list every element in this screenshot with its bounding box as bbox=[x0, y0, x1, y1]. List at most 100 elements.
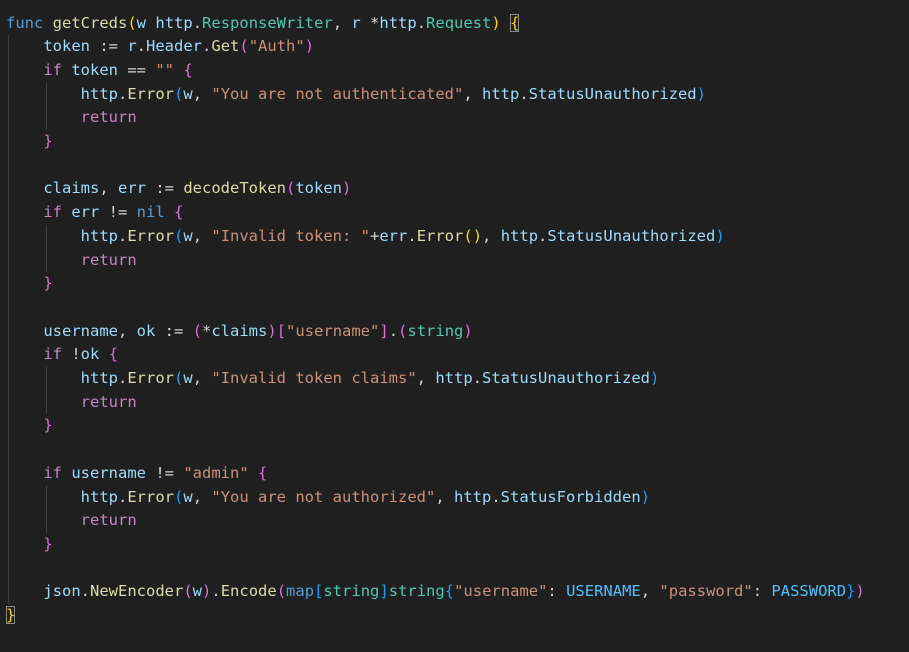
code-token: . bbox=[538, 226, 548, 245]
code-editor[interactable]: func getCreds(w http.ResponseWriter, r *… bbox=[0, 0, 909, 652]
code-token: ( bbox=[285, 179, 296, 198]
code-token: w bbox=[183, 226, 193, 245]
code-line[interactable]: http.Error(w, "Invalid token claims", ht… bbox=[6, 367, 660, 391]
code-token: "admin" bbox=[183, 463, 249, 482]
code-token: http bbox=[80, 487, 118, 506]
code-line[interactable]: return bbox=[6, 249, 137, 273]
code-token: "Invalid token claims" bbox=[211, 369, 417, 387]
code-token: err bbox=[118, 179, 146, 198]
code-token: token bbox=[43, 37, 90, 56]
code-token: Error bbox=[127, 369, 174, 387]
code-token: nil bbox=[136, 203, 165, 222]
code-token: . bbox=[192, 13, 203, 32]
code-line[interactable]: return bbox=[6, 391, 137, 415]
code-token: StatusUnauthorized bbox=[482, 369, 650, 387]
code-token: NewEncoder bbox=[90, 582, 184, 601]
code-line[interactable]: } bbox=[6, 130, 52, 154]
code-token: string bbox=[407, 321, 464, 340]
code-line[interactable]: http.Error(w, "Invalid token: "+err.Erro… bbox=[6, 225, 725, 249]
code-token: "password" bbox=[659, 582, 753, 601]
code-token: "You are not authorized" bbox=[211, 487, 436, 506]
code-token: ) bbox=[304, 37, 315, 56]
code-token: , bbox=[192, 84, 212, 103]
code-line[interactable]: if !ok { bbox=[6, 343, 118, 367]
code-token: := bbox=[90, 37, 128, 56]
code-token: . bbox=[519, 84, 529, 103]
code-token: != bbox=[146, 463, 184, 482]
code-token: , bbox=[640, 582, 660, 601]
code-line[interactable]: } bbox=[6, 533, 52, 557]
code-token: ) bbox=[696, 84, 706, 103]
code-token: return bbox=[80, 108, 137, 127]
code-token: . bbox=[407, 226, 417, 245]
code-token: "Invalid token: " bbox=[211, 226, 370, 245]
code-token: err bbox=[71, 203, 100, 222]
code-token: . bbox=[80, 582, 90, 601]
code-token: http bbox=[454, 487, 492, 506]
code-token: http bbox=[80, 84, 118, 103]
code-token: token bbox=[295, 179, 342, 198]
code-line[interactable]: claims, err := decodeToken(token) bbox=[6, 177, 351, 201]
code-token: ) bbox=[640, 487, 650, 506]
code-token: * bbox=[202, 321, 212, 340]
code-token: http bbox=[155, 13, 193, 32]
code-token: if bbox=[43, 203, 62, 222]
code-token: if bbox=[43, 463, 62, 482]
code-token: ( bbox=[192, 321, 202, 340]
code-token: } bbox=[6, 606, 16, 624]
code-token: . bbox=[117, 226, 128, 245]
code-token: func bbox=[6, 13, 44, 32]
code-token: . bbox=[491, 487, 501, 506]
code-line[interactable]: func getCreds(w http.ResponseWriter, r *… bbox=[6, 12, 520, 36]
code-token: , bbox=[463, 84, 482, 103]
code-token: { bbox=[444, 582, 455, 601]
code-line[interactable]: if username != "admin" { bbox=[6, 462, 267, 486]
code-line[interactable]: } bbox=[6, 604, 16, 628]
code-token: . bbox=[388, 321, 399, 340]
code-token: "username" bbox=[454, 582, 548, 601]
code-token: http bbox=[482, 84, 520, 103]
code-token: ! bbox=[62, 345, 81, 364]
code-token: () bbox=[463, 226, 483, 245]
code-token: ) bbox=[202, 582, 212, 601]
code-line[interactable]: username, ok := (*claims)["username"].(s… bbox=[6, 320, 472, 344]
code-token: Get bbox=[211, 37, 240, 56]
code-token: return bbox=[80, 511, 137, 530]
code-token: PASSWORD bbox=[771, 582, 847, 601]
code-line[interactable]: return bbox=[6, 509, 137, 533]
code-token: Error bbox=[416, 226, 464, 245]
code-line[interactable]: } bbox=[6, 414, 53, 438]
code-token: http bbox=[379, 13, 417, 32]
code-line[interactable]: if token == "" { bbox=[6, 59, 192, 83]
code-token: ) bbox=[855, 582, 865, 601]
code-token: decodeToken bbox=[183, 179, 286, 198]
code-line[interactable]: } bbox=[6, 272, 52, 296]
code-token: Request bbox=[426, 13, 492, 32]
code-token: ( bbox=[276, 582, 287, 601]
code-line[interactable]: if err != nil { bbox=[6, 201, 183, 225]
code-line[interactable]: http.Error(w, "You are not authenticated… bbox=[6, 83, 706, 107]
code-token: } bbox=[43, 416, 53, 435]
code-token: ( bbox=[174, 487, 184, 506]
code-token: ] bbox=[379, 321, 389, 340]
code-token: , bbox=[482, 226, 501, 245]
code-line[interactable]: token := r.Header.Get("Auth") bbox=[6, 35, 314, 59]
code-line[interactable]: json.NewEncoder(w).Encode(map[string]str… bbox=[6, 580, 865, 604]
code-token: claims bbox=[211, 321, 268, 340]
code-line[interactable]: http.Error(w, "You are not authorized", … bbox=[6, 486, 650, 510]
code-line[interactable]: return bbox=[6, 106, 137, 130]
code-token: Header bbox=[146, 37, 203, 56]
